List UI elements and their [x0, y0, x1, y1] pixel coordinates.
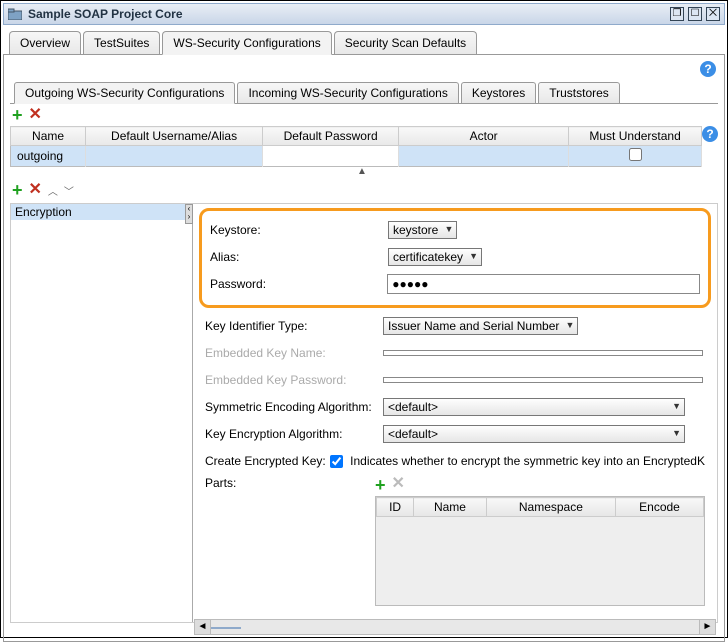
main-panel: ? Outgoing WS-Security Configurations In…	[3, 55, 725, 642]
main-tab-bar: Overview TestSuites WS-Security Configur…	[3, 29, 725, 55]
parts-col-encode[interactable]: Encode	[616, 498, 704, 517]
add-entry-icon[interactable]: +	[12, 181, 23, 199]
entry-list: Encryption ‹›	[11, 204, 193, 622]
sym-algo-select[interactable]: <default>	[383, 398, 685, 416]
list-item[interactable]: Encryption	[11, 204, 192, 220]
keystore-label: Keystore:	[210, 223, 388, 237]
col-name[interactable]: Name	[11, 127, 86, 146]
create-key-label: Create Encrypted Key:	[205, 454, 326, 468]
subtab-outgoing[interactable]: Outgoing WS-Security Configurations	[14, 82, 235, 104]
create-key-checkbox[interactable]	[330, 455, 343, 468]
create-key-text: Indicates whether to encrypt the symmetr…	[350, 454, 705, 468]
move-down-icon[interactable]: ﹀	[64, 183, 74, 198]
password-input[interactable]: ●●●●●	[387, 274, 700, 294]
tab-overview[interactable]: Overview	[9, 31, 81, 54]
cell-password[interactable]	[263, 146, 399, 167]
add-config-icon[interactable]: +	[12, 106, 23, 124]
parts-col-name[interactable]: Name	[414, 498, 487, 517]
folder-icon	[8, 8, 22, 20]
remove-entry-icon[interactable]: ✕	[29, 182, 42, 198]
parts-label: Parts:	[205, 476, 375, 490]
splitter-arrows[interactable]: ▲	[10, 168, 718, 178]
parts-col-namespace[interactable]: Namespace	[486, 498, 615, 517]
key-enc-algo-select[interactable]: <default>	[383, 425, 685, 443]
help-icon[interactable]: ?	[702, 126, 718, 142]
tab-testsuites[interactable]: TestSuites	[83, 31, 160, 54]
col-must[interactable]: Must Understand	[569, 127, 702, 146]
alias-select[interactable]: certificatekey	[388, 248, 482, 266]
cell-name[interactable]: outgoing	[11, 146, 86, 167]
add-part-icon[interactable]: +	[375, 476, 386, 494]
must-understand-checkbox[interactable]	[629, 148, 642, 161]
embedded-key-name-label: Embedded Key Name:	[205, 346, 383, 360]
horizontal-scrollbar[interactable]: ◄ ►	[194, 619, 716, 635]
close-window-icon[interactable]: ⨉	[706, 7, 720, 21]
help-icon[interactable]: ?	[700, 61, 716, 77]
subtab-incoming[interactable]: Incoming WS-Security Configurations	[237, 82, 458, 103]
restore-down-icon[interactable]: ❐	[670, 7, 684, 21]
scroll-left-icon[interactable]: ◄	[195, 620, 211, 634]
key-enc-algo-label: Key Encryption Algorithm:	[205, 427, 383, 441]
configs-toolbar: + ✕	[10, 104, 718, 126]
encryption-form: Keystore: keystore Alias: certificatekey…	[193, 204, 717, 622]
cell-actor[interactable]	[399, 146, 569, 167]
col-actor[interactable]: Actor	[399, 127, 569, 146]
tab-ws-security[interactable]: WS-Security Configurations	[162, 31, 331, 55]
alias-label: Alias:	[210, 250, 388, 264]
configs-table: Name Default Username/Alias Default Pass…	[10, 126, 702, 167]
move-up-icon[interactable]: ︿	[48, 183, 58, 198]
key-id-type-label: Key Identifier Type:	[205, 319, 383, 333]
entry-detail-split: Encryption ‹› Keystore: keystore Alias: …	[10, 203, 718, 623]
key-id-type-select[interactable]: Issuer Name and Serial Number	[383, 317, 578, 335]
parts-table: ID Name Namespace Encode	[375, 496, 705, 606]
maximize-icon[interactable]: ☐	[688, 7, 702, 21]
embedded-key-password-input[interactable]	[383, 377, 703, 383]
table-row[interactable]: outgoing	[11, 146, 702, 167]
highlighted-region: Keystore: keystore Alias: certificatekey…	[199, 208, 711, 308]
entries-toolbar: + ✕ ︿ ﹀	[10, 179, 718, 201]
scroll-thumb[interactable]	[211, 627, 241, 629]
remove-part-icon[interactable]: ✕	[392, 476, 405, 494]
cell-must[interactable]	[569, 146, 702, 167]
embedded-key-name-input[interactable]	[383, 350, 703, 356]
remove-config-icon[interactable]: ✕	[29, 107, 42, 123]
col-password[interactable]: Default Password	[263, 127, 399, 146]
title-bar: Sample SOAP Project Core ❐ ☐ ⨉	[3, 3, 725, 25]
subtab-truststores[interactable]: Truststores	[538, 82, 620, 103]
embedded-key-password-label: Embedded Key Password:	[205, 373, 383, 387]
col-alias[interactable]: Default Username/Alias	[86, 127, 263, 146]
subtab-keystores[interactable]: Keystores	[461, 82, 536, 103]
password-label: Password:	[210, 277, 387, 291]
cell-alias[interactable]	[86, 146, 263, 167]
parts-col-id[interactable]: ID	[377, 498, 414, 517]
sub-tab-bar: Outgoing WS-Security Configurations Inco…	[10, 81, 718, 104]
tab-security-scan[interactable]: Security Scan Defaults	[334, 31, 477, 54]
window-title: Sample SOAP Project Core	[28, 7, 664, 21]
splitter-handle[interactable]: ‹›	[185, 204, 193, 224]
sym-algo-label: Symmetric Encoding Algorithm:	[205, 400, 383, 414]
keystore-select[interactable]: keystore	[388, 221, 457, 239]
scroll-right-icon[interactable]: ►	[699, 620, 715, 634]
